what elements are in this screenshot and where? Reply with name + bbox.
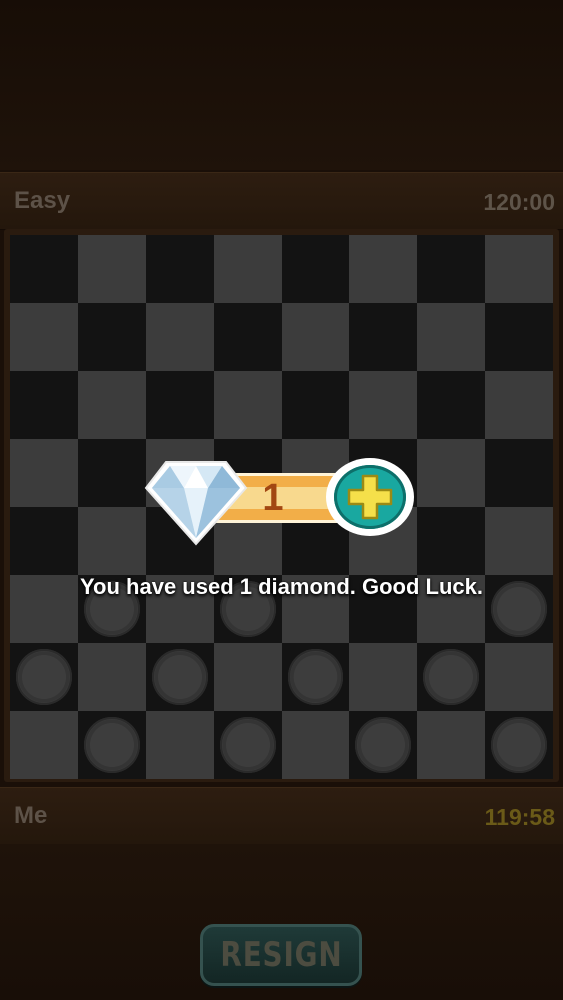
board-square[interactable]	[485, 711, 553, 779]
board-square[interactable]	[77, 303, 146, 371]
board-square[interactable]	[145, 711, 214, 779]
board-square[interactable]	[213, 371, 282, 439]
player-piece[interactable]	[16, 649, 72, 705]
opponent-bar: Easy 120:00	[0, 172, 563, 230]
board-square[interactable]	[77, 711, 146, 779]
plus-button-inner	[334, 465, 406, 529]
player-timer: 119:58	[484, 804, 555, 830]
board-square[interactable]	[485, 439, 553, 507]
board-square[interactable]	[213, 303, 282, 371]
player-bar: Me 119:58	[0, 787, 563, 845]
header-background	[0, 0, 563, 170]
board-square[interactable]	[349, 303, 418, 371]
board-square[interactable]	[349, 711, 418, 779]
board-square[interactable]	[213, 235, 282, 303]
board-square[interactable]	[417, 507, 486, 575]
resign-button[interactable]: RESIGN	[200, 924, 362, 986]
add-diamonds-button[interactable]	[326, 458, 414, 536]
opponent-timer: 120:00	[483, 189, 555, 215]
board-square[interactable]	[145, 303, 214, 371]
board-square[interactable]	[10, 439, 78, 507]
board-square[interactable]	[10, 235, 78, 303]
board-square[interactable]	[77, 439, 146, 507]
board-square[interactable]	[10, 303, 78, 371]
board-square[interactable]	[10, 711, 78, 779]
board-square[interactable]	[281, 371, 350, 439]
board-square[interactable]	[417, 235, 486, 303]
board-square[interactable]	[417, 711, 486, 779]
board-square[interactable]	[10, 507, 78, 575]
player-piece[interactable]	[355, 717, 412, 773]
board-square[interactable]	[485, 371, 553, 439]
board-square[interactable]	[281, 235, 350, 303]
player-piece[interactable]	[491, 717, 547, 773]
diamond-used-message: You have used 1 diamond. Good Luck.	[80, 574, 483, 599]
board-square[interactable]	[349, 235, 418, 303]
opponent-name: Easy	[14, 187, 71, 214]
board-square[interactable]	[349, 643, 418, 711]
board-square[interactable]	[417, 371, 486, 439]
board-square[interactable]	[77, 371, 146, 439]
board-square[interactable]	[77, 643, 146, 711]
board-square[interactable]	[213, 711, 282, 779]
diamond-icon	[144, 461, 248, 546]
board-square[interactable]	[349, 371, 418, 439]
board-square[interactable]	[485, 643, 553, 711]
board-square[interactable]	[145, 643, 214, 711]
board-square[interactable]	[281, 643, 350, 711]
plus-icon	[347, 474, 393, 520]
player-piece[interactable]	[83, 717, 140, 773]
board-square[interactable]	[417, 439, 486, 507]
player-piece[interactable]	[219, 717, 276, 773]
board-square[interactable]	[77, 235, 146, 303]
board-square[interactable]	[485, 507, 553, 575]
board-square[interactable]	[10, 643, 78, 711]
board-square[interactable]	[417, 643, 486, 711]
board-square[interactable]	[281, 303, 350, 371]
board-square[interactable]	[213, 643, 282, 711]
resign-label: RESIGN	[219, 935, 343, 975]
board-square[interactable]	[145, 235, 214, 303]
player-name: Me	[14, 802, 48, 829]
player-piece[interactable]	[423, 649, 480, 705]
board-square[interactable]	[10, 371, 78, 439]
board-square[interactable]	[485, 235, 553, 303]
player-piece[interactable]	[151, 649, 208, 705]
board-square[interactable]	[281, 711, 350, 779]
board-square[interactable]	[77, 507, 146, 575]
board-square[interactable]	[417, 303, 486, 371]
player-piece[interactable]	[287, 649, 344, 705]
board-square[interactable]	[145, 371, 214, 439]
board-square[interactable]	[485, 303, 553, 371]
